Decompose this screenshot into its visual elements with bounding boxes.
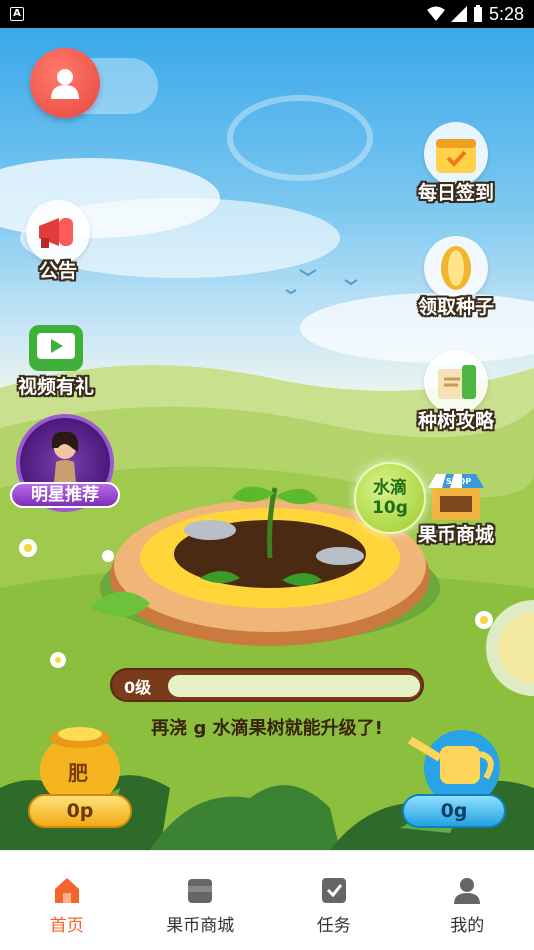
water-badge-label: 水滴 xyxy=(373,478,407,498)
bottom-navigation: 首页 果币商城 任务 我的 xyxy=(0,850,534,950)
shop-icon xyxy=(188,879,213,903)
fertilizer-amount: 0p xyxy=(28,794,132,828)
tab-home[interactable]: 首页 xyxy=(0,851,134,950)
video-play-icon xyxy=(24,316,88,380)
daily-checkin-label: 每日签到 xyxy=(418,182,495,204)
app-root: A 5:28 公告 视频有礼 明星推荐 每日签到 领取种子 种树攻略 SHOP … xyxy=(0,0,534,950)
tree-level: 0级 xyxy=(124,678,152,697)
planting-guide-label: 种树攻略 xyxy=(418,410,495,432)
farm-scene: 公告 视频有礼 明星推荐 每日签到 领取种子 种树攻略 SHOP 果币商城 水滴… xyxy=(0,28,534,850)
progress-track xyxy=(168,675,420,697)
tree-level-progress: 0级 xyxy=(110,668,424,702)
daily-checkin-button[interactable]: 每日签到 xyxy=(418,122,494,205)
watering-button[interactable]: 0g xyxy=(402,718,506,828)
video-gift-label: 视频有礼 xyxy=(18,376,95,398)
calendar-check-icon xyxy=(424,122,488,186)
water-badge-amount: 10g xyxy=(372,498,408,518)
shop-sign: SHOP xyxy=(446,477,471,486)
status-bar: A 5:28 xyxy=(0,0,534,28)
megaphone-icon xyxy=(26,200,90,264)
video-gift-button[interactable]: 视频有礼 xyxy=(18,316,94,399)
fruit-coin-mall-label: 果币商城 xyxy=(418,524,495,546)
seed-icon xyxy=(424,236,488,300)
get-seeds-button[interactable]: 领取种子 xyxy=(418,236,494,319)
fertilizer-button[interactable]: 肥 0p xyxy=(28,718,132,828)
tab-fruit-coin-mall-label: 果币商城 xyxy=(166,916,235,936)
shop-stall-icon: SHOP xyxy=(424,464,488,528)
guide-book-icon xyxy=(424,350,488,414)
battery-icon xyxy=(473,5,482,22)
announcement-label: 公告 xyxy=(38,260,77,282)
home-icon xyxy=(54,878,79,903)
fertilizer-label: 肥 xyxy=(68,761,88,785)
clock: 5:28 xyxy=(488,3,524,24)
wifi-icon xyxy=(426,6,445,21)
avatar[interactable] xyxy=(30,48,100,118)
tab-fruit-coin-mall[interactable]: 果币商城 xyxy=(134,851,268,950)
status-icons: 5:28 xyxy=(426,3,524,25)
tab-mine-label: 我的 xyxy=(450,916,485,936)
water-amount: 0g xyxy=(402,794,506,828)
user-icon xyxy=(454,878,481,904)
fruit-coin-mall-button[interactable]: SHOP 果币商城 xyxy=(418,464,494,547)
get-seeds-label: 领取种子 xyxy=(418,296,495,318)
task-icon xyxy=(321,878,346,903)
star-recommend-label: 明星推荐 xyxy=(10,482,120,508)
tab-tasks-label: 任务 xyxy=(316,916,351,936)
tab-tasks[interactable]: 任务 xyxy=(267,851,401,950)
planting-guide-button[interactable]: 种树攻略 xyxy=(418,350,494,433)
announcement-button[interactable]: 公告 xyxy=(26,200,90,283)
water-drop-reward[interactable]: 水滴 10g xyxy=(354,462,426,534)
user-icon xyxy=(51,69,79,99)
tab-home-label: 首页 xyxy=(49,916,84,936)
tab-mine[interactable]: 我的 xyxy=(401,851,534,950)
star-recommend-button[interactable]: 明星推荐 xyxy=(10,414,120,518)
notification-badge: A xyxy=(10,7,24,21)
signal-icon xyxy=(450,6,467,22)
